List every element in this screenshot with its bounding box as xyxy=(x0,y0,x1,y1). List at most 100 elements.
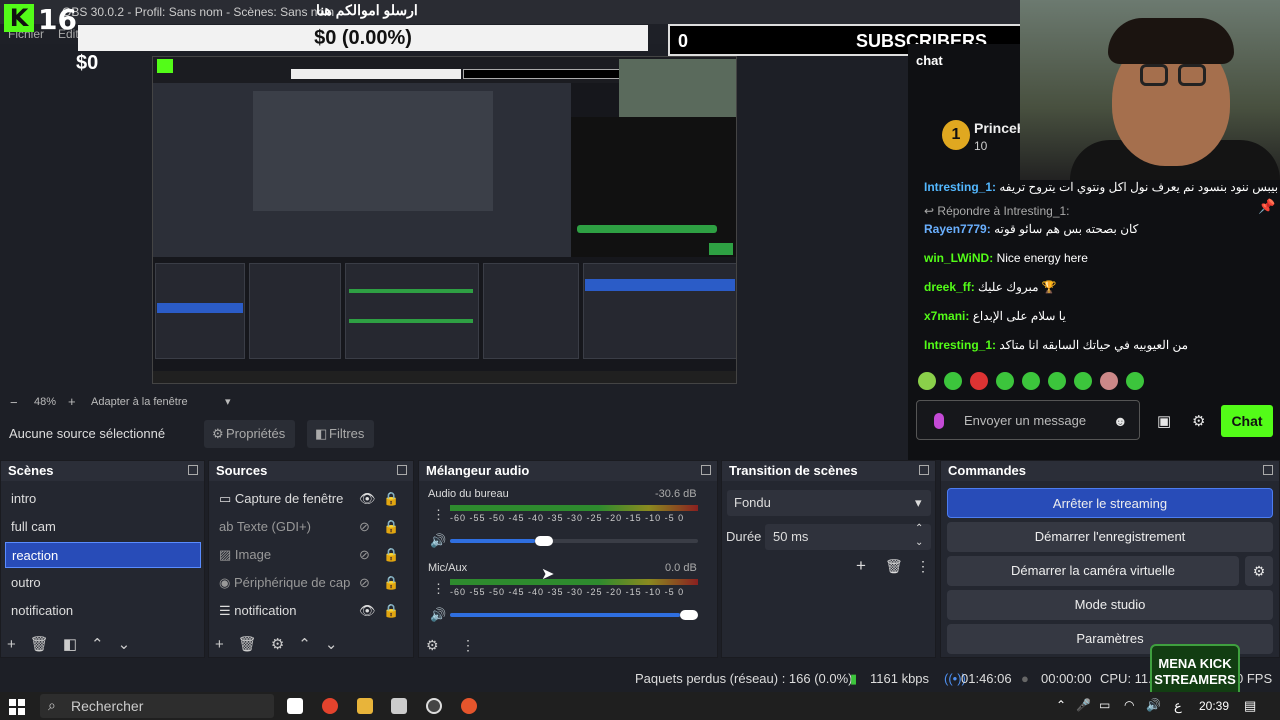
volume-slider[interactable] xyxy=(450,536,698,546)
move-up-icon[interactable]: ⌃ xyxy=(91,636,104,653)
emoji-icon[interactable]: ☻ xyxy=(1113,413,1128,429)
undock-icon[interactable] xyxy=(397,465,407,475)
scene-item[interactable]: notification xyxy=(5,598,201,624)
emote-icon[interactable] xyxy=(1100,372,1118,390)
add-transition-icon[interactable]: + xyxy=(856,556,866,576)
lock-icon[interactable]: 🔒 xyxy=(383,486,399,512)
transition-menu-icon[interactable]: ⋮ xyxy=(916,558,930,575)
eye-icon[interactable]: 👁 xyxy=(359,486,376,512)
virtual-camera-settings-icon[interactable]: ⚙ xyxy=(1245,556,1273,586)
scene-item[interactable]: intro xyxy=(5,486,201,512)
trash-icon[interactable]: 🗑 xyxy=(885,558,903,575)
undock-icon[interactable] xyxy=(188,465,198,475)
volume-slider[interactable] xyxy=(450,610,698,620)
studio-mode-button[interactable]: Mode studio xyxy=(947,590,1273,620)
duration-field[interactable]: 50 ms ⌃ ⌄ xyxy=(765,523,931,550)
emote-icon[interactable] xyxy=(918,372,936,390)
volume-tray-icon[interactable]: 🔊 xyxy=(1146,698,1161,712)
lock-icon[interactable]: 🔒 xyxy=(383,514,399,540)
eye-hidden-icon[interactable]: ⊘ xyxy=(359,570,370,596)
filters-button[interactable]: ◧ Filtres xyxy=(307,420,375,448)
eye-icon[interactable]: 👁 xyxy=(359,598,376,624)
zoom-fit-select[interactable]: Adapter à la fenêtre xyxy=(91,396,188,408)
chevron-up-icon[interactable]: ⌃ xyxy=(1056,698,1066,712)
transition-select[interactable]: Fondu ▾ xyxy=(727,490,931,516)
preview-canvas[interactable] xyxy=(152,56,737,384)
chrome-icon[interactable] xyxy=(322,698,338,714)
battery-icon[interactable]: ▭ xyxy=(1099,698,1110,712)
folder-icon[interactable] xyxy=(357,698,373,714)
notification-icon[interactable]: ▤ xyxy=(1244,698,1256,714)
undock-icon[interactable] xyxy=(919,465,929,475)
mic-icon[interactable] xyxy=(934,413,944,429)
start-recording-button[interactable]: Démarrer l'enregistrement xyxy=(947,522,1273,552)
speaker-icon[interactable]: 🔊 xyxy=(430,533,446,549)
zoom-out-icon[interactable]: − xyxy=(10,395,18,410)
more-options-icon[interactable]: ⋮ xyxy=(432,507,445,523)
start-virtual-camera-button[interactable]: Démarrer la caméra virtuelle xyxy=(947,556,1239,586)
chat-username[interactable]: Intresting_1: xyxy=(924,338,996,352)
chat-settings-icon[interactable]: ⚙ xyxy=(1192,412,1205,430)
obs-icon[interactable] xyxy=(426,698,442,714)
emote-icon[interactable] xyxy=(1048,372,1066,390)
taskbar-search[interactable]: ⌕ Rechercher xyxy=(40,694,274,718)
gift-icon[interactable]: ▣ xyxy=(1157,412,1171,430)
clock[interactable]: 20:39 xyxy=(1199,699,1229,713)
source-item[interactable]: ▭ Capture de fenêtre 👁 🔒 xyxy=(213,486,403,512)
scene-item[interactable]: full cam xyxy=(5,514,201,540)
source-item[interactable]: ◉ Périphérique de cap ⊘ 🔒 xyxy=(213,570,403,596)
eye-hidden-icon[interactable]: ⊘ xyxy=(359,542,370,568)
emote-icon[interactable] xyxy=(1126,372,1144,390)
speaker-icon[interactable]: 🔊 xyxy=(430,607,446,623)
properties-button[interactable]: ⚙ Propriétés xyxy=(204,420,296,448)
source-item[interactable]: ☰ notification 👁 🔒 xyxy=(213,598,403,624)
scene-item[interactable]: outro xyxy=(5,570,201,596)
volume-knob[interactable] xyxy=(680,610,698,620)
chat-username[interactable]: win_LWiND: xyxy=(924,251,993,265)
lock-icon[interactable]: 🔒 xyxy=(383,570,399,596)
move-down-icon[interactable]: ⌄ xyxy=(325,636,338,653)
filter-icon[interactable]: ◧ xyxy=(63,636,77,653)
emote-icon[interactable] xyxy=(1074,372,1092,390)
source-item[interactable]: ▨ Image ⊘ 🔒 xyxy=(213,542,403,568)
emote-icon[interactable] xyxy=(1022,372,1040,390)
lock-icon[interactable]: 🔒 xyxy=(383,542,399,568)
gear-icon[interactable]: ⚙ xyxy=(271,636,284,653)
add-icon[interactable]: + xyxy=(215,636,224,653)
zoom-in-icon[interactable]: + xyxy=(68,394,76,409)
volume-knob[interactable] xyxy=(535,536,553,546)
store-icon[interactable] xyxy=(391,698,407,714)
mic-tray-icon[interactable]: 🎤 xyxy=(1076,698,1091,712)
move-down-icon[interactable]: ⌄ xyxy=(118,636,131,653)
chevron-down-icon[interactable]: ▾ xyxy=(225,395,231,408)
chat-username[interactable]: dreek_ff: xyxy=(924,280,975,294)
wifi-icon[interactable]: ◠ xyxy=(1124,698,1134,712)
emote-icon[interactable] xyxy=(996,372,1014,390)
mixer-menu-icon[interactable]: ⋮ xyxy=(461,637,475,654)
microphone-icon[interactable] xyxy=(461,698,477,714)
chat-username[interactable]: Intresting_1: xyxy=(924,180,996,194)
language-indicator[interactable]: ع xyxy=(1174,698,1182,714)
tiktok-icon[interactable] xyxy=(287,698,303,714)
emote-icon[interactable] xyxy=(970,372,988,390)
pin-icon[interactable]: 📌 xyxy=(1258,198,1275,215)
scene-item-selected[interactable]: reaction xyxy=(5,542,201,568)
trash-icon[interactable]: 🗑 xyxy=(238,636,257,653)
source-item[interactable]: ab Texte (GDI+) ⊘ 🔒 xyxy=(213,514,403,540)
eye-hidden-icon[interactable]: ⊘ xyxy=(359,514,370,540)
trash-icon[interactable]: 🗑 xyxy=(30,636,49,653)
more-options-icon[interactable]: ⋮ xyxy=(432,581,445,597)
chat-username[interactable]: Rayen7779: xyxy=(924,222,991,236)
stop-streaming-button[interactable]: Arrêter le streaming xyxy=(947,488,1273,518)
move-up-icon[interactable]: ⌃ xyxy=(298,636,311,653)
add-icon[interactable]: + xyxy=(7,636,16,653)
undock-icon[interactable] xyxy=(1263,465,1273,475)
chat-send-button[interactable]: Chat xyxy=(1221,405,1273,437)
undock-icon[interactable] xyxy=(701,465,711,475)
windows-start-icon[interactable] xyxy=(9,699,25,715)
emote-icon[interactable] xyxy=(944,372,962,390)
mixer-settings-icon[interactable]: ⚙ xyxy=(426,637,439,654)
lock-icon[interactable]: 🔒 xyxy=(383,598,399,624)
chat-username[interactable]: x7mani: xyxy=(924,309,969,323)
spin-down-icon[interactable]: ⌄ xyxy=(915,530,923,556)
